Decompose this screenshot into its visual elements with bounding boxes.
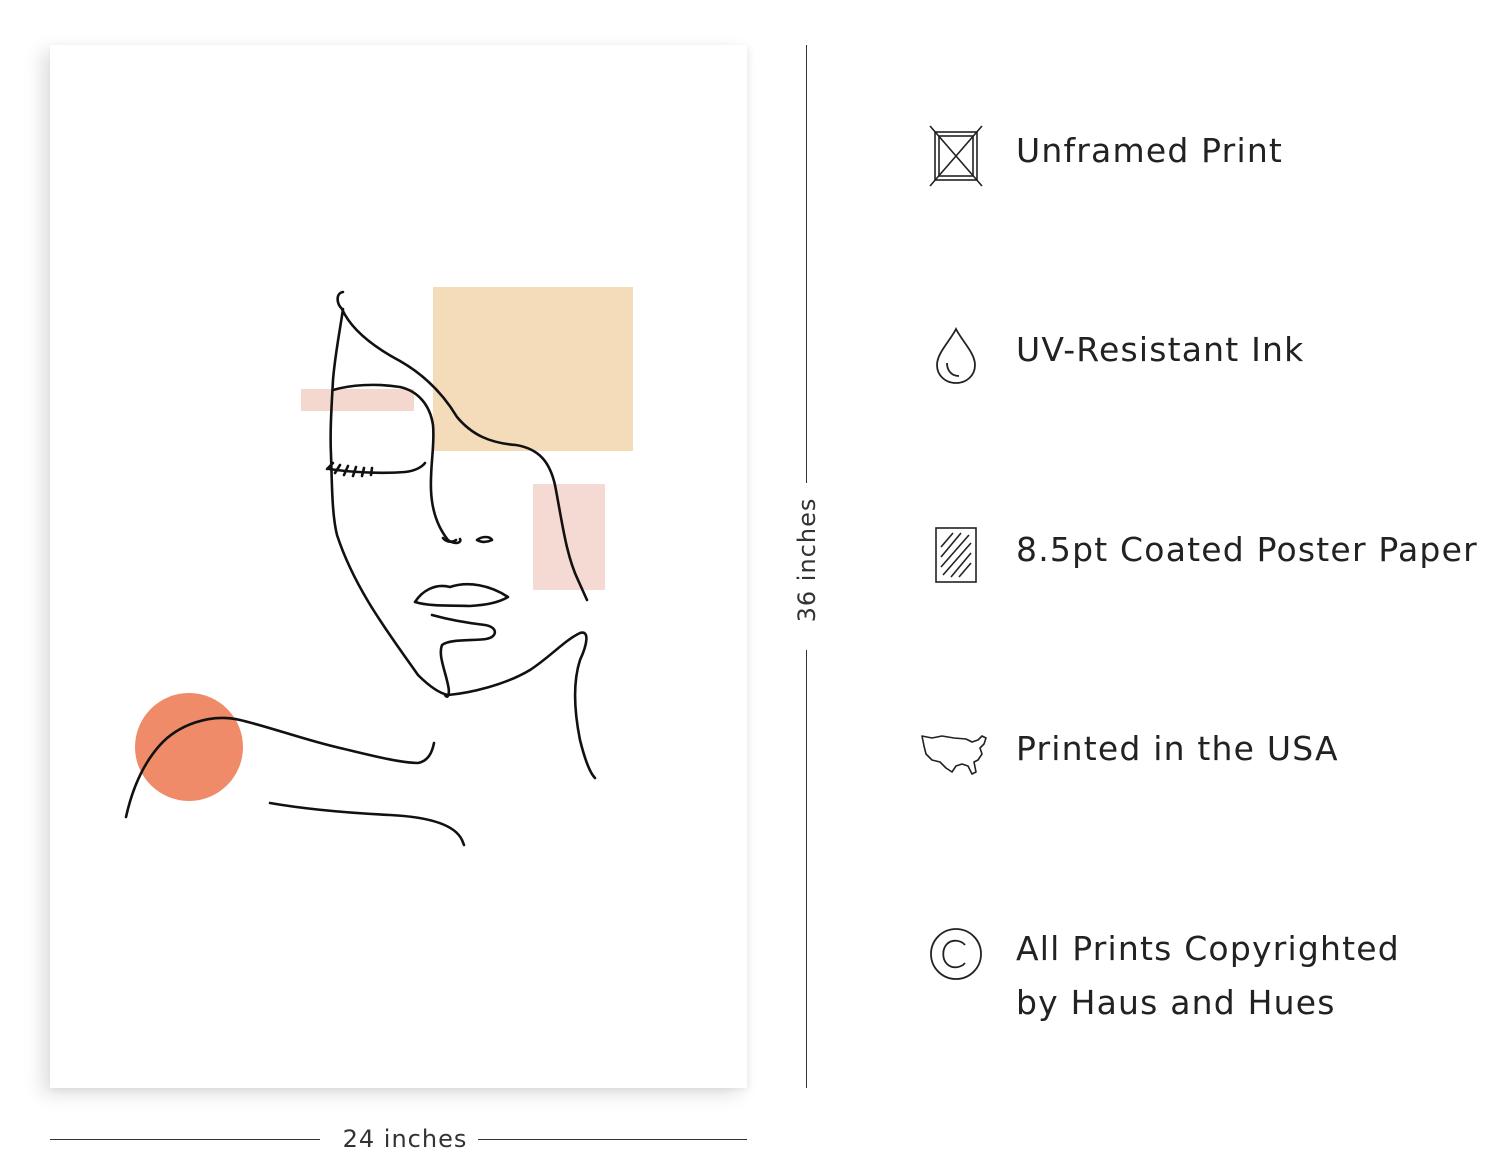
poster-print (50, 45, 747, 1088)
feature-label-line-2: by Haus and Hues (1016, 983, 1336, 1022)
feature-label: 8.5pt Coated Poster Paper (1016, 530, 1478, 569)
pink-square (533, 484, 605, 590)
feature-unframed-print: Unframed Print (920, 124, 1283, 188)
feature-copyright: All Prints Copyrighted by Haus and Hues (920, 922, 1400, 1030)
pink-bar (301, 389, 414, 411)
feature-label: Unframed Print (1016, 131, 1284, 170)
height-dimension-line-top (806, 45, 807, 483)
height-dimension-label: 36 inches (793, 497, 821, 623)
unframed-frame-icon (920, 124, 992, 188)
feature-label: Printed in the USA (1016, 729, 1339, 768)
feature-label: All Prints Copyrighted by Haus and Hues (1016, 922, 1400, 1030)
peach-square (433, 287, 633, 451)
feature-label: UV-Resistant Ink (1016, 330, 1305, 369)
height-dimension-line-bottom (806, 650, 807, 1088)
orange-circle (135, 693, 243, 801)
feature-coated-poster-paper: 8.5pt Coated Poster Paper (920, 523, 1478, 587)
ink-drop-icon (920, 323, 992, 387)
width-dimension-line-right (478, 1139, 747, 1140)
width-dimension-label: 24 inches (342, 1125, 468, 1153)
usa-map-icon (920, 722, 992, 786)
feature-printed-in-usa: Printed in the USA (920, 722, 1339, 786)
width-dimension-line-left (50, 1139, 320, 1140)
copyright-icon (920, 922, 992, 986)
paper-sheet-icon (920, 523, 992, 587)
line-art-face-illustration (124, 287, 633, 847)
feature-uv-resistant-ink: UV-Resistant Ink (920, 323, 1304, 387)
feature-label-line-1: All Prints Copyrighted (1016, 929, 1400, 968)
